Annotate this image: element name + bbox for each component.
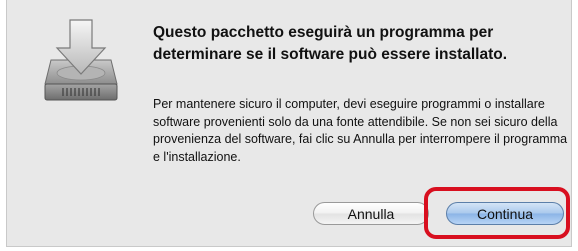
installer-alert-dialog: Questo pacchetto eseguirà un programma p… <box>6 0 572 247</box>
cancel-button[interactable]: Annulla <box>313 202 429 225</box>
installer-disk-icon <box>44 19 118 101</box>
dialog-message: Per mantenere sicuro il computer, devi e… <box>153 97 568 164</box>
screenshot-frame: Questo pacchetto eseguirà un programma p… <box>0 0 578 251</box>
continue-button[interactable]: Continua <box>446 202 564 225</box>
dialog-title: Questo pacchetto eseguirà un programma p… <box>153 24 508 63</box>
